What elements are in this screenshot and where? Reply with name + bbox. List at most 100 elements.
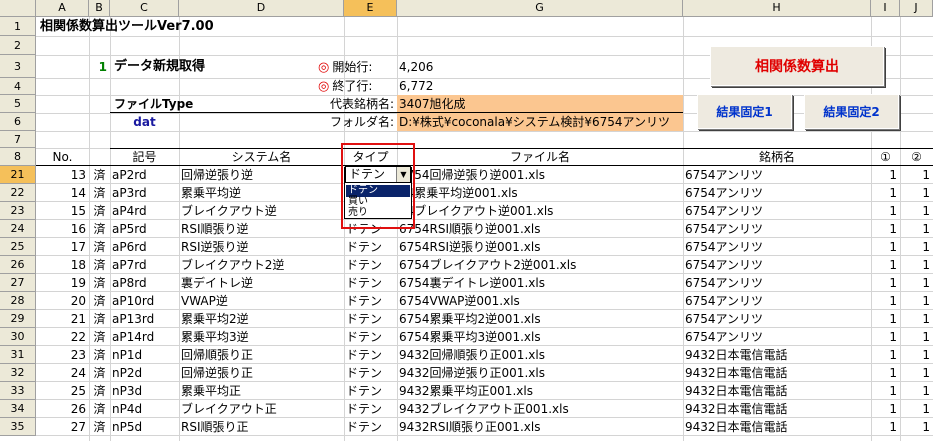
table-cell-stock[interactable]: 6754アンリツ xyxy=(683,238,871,256)
table-cell-no[interactable]: 17 xyxy=(36,238,89,256)
table-cell-sym[interactable]: aP13rd xyxy=(110,310,179,328)
row-header[interactable]: 25 xyxy=(0,238,36,256)
table-cell-file[interactable]: 6754RSI順張り逆001.xls xyxy=(397,220,683,238)
table-cell-b[interactable]: 済 xyxy=(89,238,110,256)
table-cell-sys[interactable]: RSI順張り正 xyxy=(179,418,344,436)
table-cell-file[interactable]: 9432回帰順張り正001.xls xyxy=(397,346,683,364)
col-header-c[interactable]: C xyxy=(110,0,179,17)
table-cell-sys[interactable]: 累乗平均3逆 xyxy=(179,328,344,346)
row-header[interactable]: 7 xyxy=(0,131,36,148)
table-cell-c2[interactable]: 1 xyxy=(900,310,933,328)
calc-correlation-button[interactable]: 相関係数算出 xyxy=(710,46,884,86)
table-cell-no[interactable]: 23 xyxy=(36,346,89,364)
table-cell-file[interactable]: 6754裏デイトレ逆001.xls xyxy=(397,274,683,292)
table-cell-c1[interactable]: 1 xyxy=(871,328,900,346)
table-cell-c1[interactable]: 1 xyxy=(871,400,900,418)
table-cell-c2[interactable]: 1 xyxy=(900,220,933,238)
row-header[interactable]: 33 xyxy=(0,382,36,400)
table-cell-file[interactable]: 6754RSI逆張り逆001.xls xyxy=(397,238,683,256)
table-cell-c2[interactable]: 1 xyxy=(900,166,933,184)
table-cell-sym[interactable]: nP1d xyxy=(110,346,179,364)
table-cell-c1[interactable]: 1 xyxy=(871,292,900,310)
table-cell-sym[interactable]: aP14rd xyxy=(110,328,179,346)
table-cell-file[interactable]: 54ブレイクアウト逆001.xls xyxy=(397,202,683,220)
fix-result-1-button[interactable]: 結果固定1 xyxy=(697,94,792,129)
table-cell-no[interactable]: 18 xyxy=(36,256,89,274)
table-cell-no[interactable]: 19 xyxy=(36,274,89,292)
table-cell-b[interactable]: 済 xyxy=(89,166,110,184)
table-cell-sym[interactable]: nP5d xyxy=(110,418,179,436)
table-cell-c2[interactable]: 1 xyxy=(900,418,933,436)
table-cell-c1[interactable]: 1 xyxy=(871,184,900,202)
table-cell-stock[interactable]: 9432日本電信電話 xyxy=(683,364,871,382)
table-cell-type[interactable]: ドテン xyxy=(344,364,397,382)
table-cell-sym[interactable]: aP3rd xyxy=(110,184,179,202)
fix-result-2-button[interactable]: 結果固定2 xyxy=(804,94,899,129)
table-cell-sym[interactable]: nP3d xyxy=(110,382,179,400)
row-header[interactable]: 32 xyxy=(0,364,36,382)
table-cell-sys[interactable]: ブレイクアウト2逆 xyxy=(179,256,344,274)
table-cell-c1[interactable]: 1 xyxy=(871,418,900,436)
table-cell-c2[interactable]: 1 xyxy=(900,184,933,202)
table-cell-c1[interactable]: 1 xyxy=(871,202,900,220)
row-header[interactable]: 26 xyxy=(0,256,36,274)
table-cell-b[interactable]: 済 xyxy=(89,292,110,310)
table-cell-stock[interactable]: 6754アンリツ xyxy=(683,274,871,292)
table-cell-b[interactable]: 済 xyxy=(89,202,110,220)
row-header[interactable]: 23 xyxy=(0,202,36,220)
row-header[interactable]: 6 xyxy=(0,113,36,131)
table-cell-sym[interactable]: aP6rd xyxy=(110,238,179,256)
table-cell-stock[interactable]: 6754アンリツ xyxy=(683,220,871,238)
table-cell-c1[interactable]: 1 xyxy=(871,346,900,364)
table-cell-stock[interactable]: 6754アンリツ xyxy=(683,202,871,220)
table-cell-no[interactable]: 26 xyxy=(36,400,89,418)
table-cell-no[interactable]: 22 xyxy=(36,328,89,346)
table-cell-c1[interactable]: 1 xyxy=(871,382,900,400)
rep-stock-value[interactable]: 3407旭化成 xyxy=(397,95,683,113)
table-cell-no[interactable]: 21 xyxy=(36,310,89,328)
col-header-a[interactable]: A xyxy=(36,0,89,17)
table-cell-no[interactable]: 24 xyxy=(36,364,89,382)
table-cell-sym[interactable]: aP2rd xyxy=(110,166,179,184)
table-cell-b[interactable]: 済 xyxy=(89,382,110,400)
table-cell-sys[interactable]: 累乗平均2逆 xyxy=(179,310,344,328)
table-cell-type[interactable]: ドテン xyxy=(344,292,397,310)
end-row-value[interactable]: 6,772 xyxy=(397,77,497,95)
table-cell-c1[interactable]: 1 xyxy=(871,256,900,274)
table-cell-sys[interactable]: 累乗平均逆 xyxy=(179,184,344,202)
table-cell-type[interactable]: ドテン xyxy=(344,346,397,364)
file-type-value[interactable]: dat xyxy=(110,113,179,131)
table-cell-b[interactable]: 済 xyxy=(89,328,110,346)
table-cell-type[interactable]: ドテン xyxy=(344,310,397,328)
table-cell-stock[interactable]: 6754アンリツ xyxy=(683,184,871,202)
table-cell-file[interactable]: 6754回帰逆張り逆001.xls xyxy=(397,166,683,184)
table-cell-sys[interactable]: 回帰逆張り正 xyxy=(179,364,344,382)
table-cell-c1[interactable]: 1 xyxy=(871,364,900,382)
table-cell-no[interactable]: 27 xyxy=(36,418,89,436)
table-cell-c2[interactable]: 1 xyxy=(900,292,933,310)
table-cell-b[interactable]: 済 xyxy=(89,346,110,364)
row-header[interactable]: 30 xyxy=(0,328,36,346)
table-cell-stock[interactable]: 6754アンリツ xyxy=(683,328,871,346)
table-cell-stock[interactable]: 6754アンリツ xyxy=(683,256,871,274)
row-header[interactable]: 4 xyxy=(0,78,36,95)
table-cell-sys[interactable]: 累乗平均正 xyxy=(179,382,344,400)
table-cell-type[interactable]: ドテン xyxy=(344,418,397,436)
table-cell-sym[interactable]: aP10rd xyxy=(110,292,179,310)
table-cell-stock[interactable]: 6754アンリツ xyxy=(683,292,871,310)
table-cell-sys[interactable]: 裏デイトレ逆 xyxy=(179,274,344,292)
table-cell-sys[interactable]: 回帰順張り正 xyxy=(179,346,344,364)
table-cell-no[interactable]: 25 xyxy=(36,382,89,400)
row-header[interactable]: 2 xyxy=(0,36,36,55)
table-cell-file[interactable]: 9432RSI順張り正001.xls xyxy=(397,418,683,436)
table-cell-sym[interactable]: nP4d xyxy=(110,400,179,418)
table-cell-type[interactable]: ドテン xyxy=(344,238,397,256)
table-cell-file[interactable]: 9432回帰逆張り正001.xls xyxy=(397,364,683,382)
row-header[interactable]: 8 xyxy=(0,148,36,166)
table-cell-file[interactable]: 6754VWAP逆001.xls xyxy=(397,292,683,310)
table-cell-sym[interactable]: aP7rd xyxy=(110,256,179,274)
table-cell-no[interactable]: 14 xyxy=(36,184,89,202)
table-cell-sys[interactable]: RSI順張り逆 xyxy=(179,220,344,238)
row-header[interactable]: 27 xyxy=(0,274,36,292)
table-cell-stock[interactable]: 9432日本電信電話 xyxy=(683,346,871,364)
